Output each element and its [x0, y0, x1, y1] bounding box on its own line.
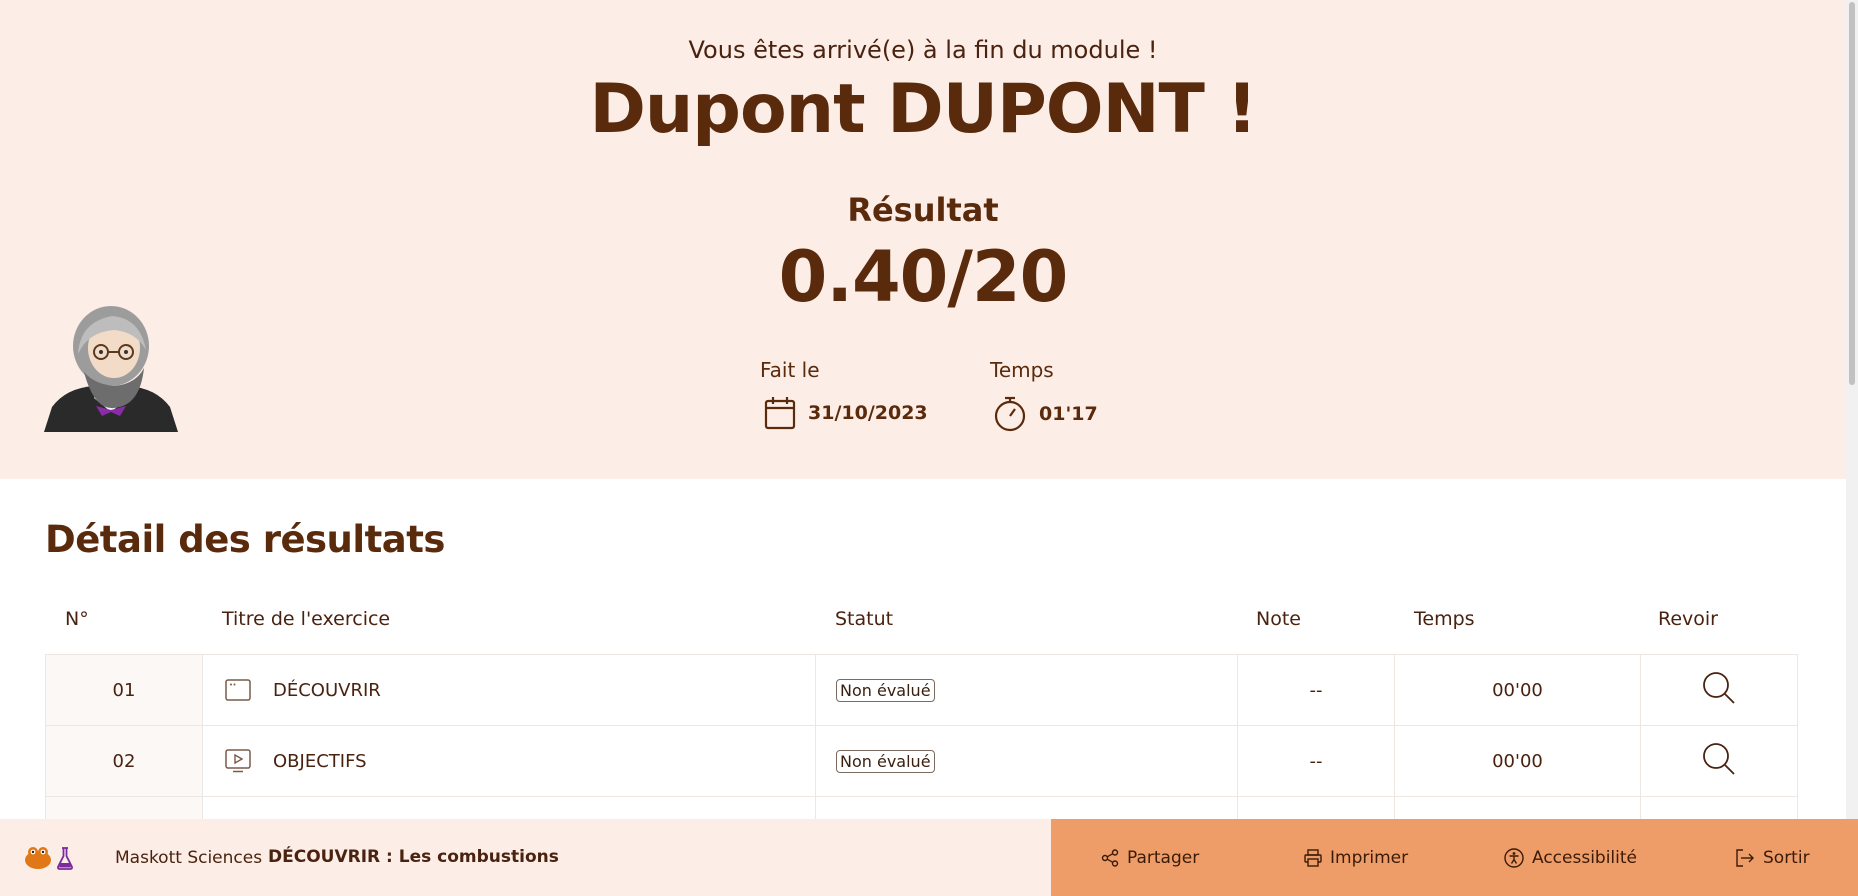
accessibility-icon [1504, 847, 1524, 868]
exercise-note: -- [1237, 654, 1395, 726]
review-search-icon[interactable] [1702, 671, 1736, 705]
result-score: 0.40/20 [778, 236, 1069, 318]
completion-date: Fait le 31/10/2023 [760, 358, 928, 430]
status-badge: Non évalué [836, 678, 935, 702]
table-row: 01 DÉCOUVRIR Non évalué -- 00'00 [45, 654, 1798, 726]
column-header-note: Note [1256, 608, 1301, 630]
results-detail-title: Détail des résultats [45, 518, 445, 561]
printer-icon [1304, 848, 1322, 867]
scrollbar-thumb[interactable] [1849, 2, 1855, 385]
column-header-review: Revoir [1658, 608, 1718, 630]
accessibility-label: Accessibilité [1532, 847, 1638, 868]
exercise-title: OBJECTIFS [273, 750, 367, 772]
footer-actions: Partager Imprimer Accessibilité Sortir [1051, 819, 1858, 896]
print-button[interactable]: Imprimer [1304, 819, 1408, 896]
exit-button[interactable]: Sortir [1735, 819, 1810, 896]
result-label: Résultat [847, 191, 999, 229]
exercise-note: -- [1237, 725, 1395, 797]
maskott-logo-icon [25, 847, 73, 870]
elapsed-time: Temps 01'17 [990, 358, 1098, 432]
exercise-number: 02 [45, 725, 203, 797]
share-label: Partager [1127, 847, 1200, 868]
student-name: Dupont DUPONT ! [589, 70, 1257, 149]
completion-date-label: Fait le [760, 358, 820, 382]
exercise-time: 00'00 [1394, 654, 1641, 726]
page-scrollbar[interactable] [1846, 0, 1858, 896]
print-label: Imprimer [1330, 847, 1409, 868]
exercise-title: DÉCOUVRIR [273, 679, 381, 701]
brand-name: Maskott Sciences [115, 848, 263, 868]
column-header-time: Temps [1414, 608, 1475, 630]
elapsed-time-label: Temps [990, 358, 1054, 382]
stopwatch-icon [994, 396, 1026, 432]
calendar-icon [764, 397, 796, 430]
share-button[interactable]: Partager [1101, 819, 1199, 896]
column-header-status: Statut [835, 608, 894, 630]
column-header-title: Titre de l'exercice [222, 608, 391, 630]
scientist-avatar [44, 306, 178, 432]
module-title: DÉCOUVRIR : Les combustions [268, 847, 559, 867]
exit-icon [1736, 848, 1754, 867]
video-icon [225, 749, 251, 773]
exit-label: Sortir [1763, 847, 1810, 868]
share-icon [1101, 848, 1119, 867]
accessibility-button[interactable]: Accessibilité [1504, 819, 1637, 896]
results-hero: Vous êtes arrivé(e) à la fin du module !… [0, 0, 1846, 479]
window-icon [225, 679, 251, 701]
elapsed-time-value: 01'17 [1039, 403, 1098, 425]
exercise-time: 00'00 [1394, 725, 1641, 797]
table-row: 02 OBJECTIFS Non évalué -- 00'00 [45, 725, 1798, 797]
status-badge: Non évalué [836, 749, 935, 773]
column-header-number: N° [65, 608, 89, 630]
completion-date-value: 31/10/2023 [808, 402, 928, 424]
exercise-number: 01 [45, 654, 203, 726]
end-of-module-message: Vous êtes arrivé(e) à la fin du module ! [688, 36, 1158, 64]
review-search-icon[interactable] [1702, 742, 1736, 776]
